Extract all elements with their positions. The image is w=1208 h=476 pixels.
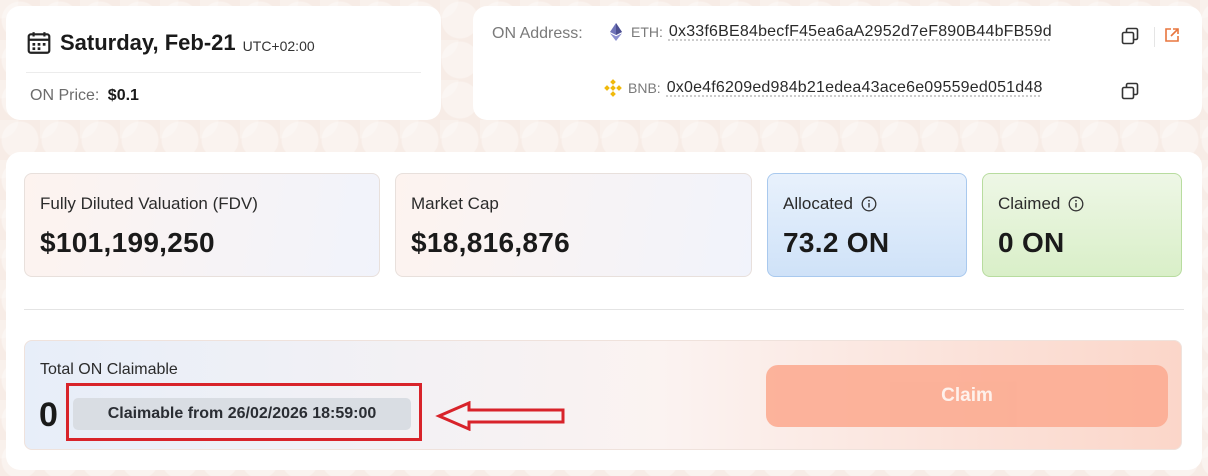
claimed-stat: Claimed 0 ON (982, 173, 1182, 277)
allocated-label-row: Allocated (783, 194, 877, 214)
calendar-icon (27, 32, 51, 54)
highlight-box (66, 383, 422, 441)
eth-chain-label: ETH: (631, 24, 663, 40)
eth-address-row: ETH: 0x33f6BE84becfF45ea6aA2952d7eF890B4… (607, 23, 1052, 41)
address-card: ON Address: ETH: 0x33f6BE84becfF45ea6aA2… (473, 6, 1202, 120)
divider (24, 309, 1184, 310)
ethereum-icon (607, 23, 625, 41)
divider (1154, 27, 1155, 47)
external-link-icon[interactable] (1163, 26, 1181, 44)
claimable-amount: 0 (39, 396, 58, 434)
bnb-address-row: BNB: 0x0e4f6209ed984b21edea43ace6e09559e… (604, 79, 1043, 97)
address-label: ON Address: (492, 25, 583, 42)
claimed-label: Claimed (998, 194, 1061, 213)
allocated-stat: Allocated 73.2 ON (767, 173, 967, 277)
fdv-label: Fully Diluted Valuation (FDV) (40, 194, 258, 213)
market-cap-value: $18,816,876 (411, 227, 571, 258)
price-value: $0.1 (107, 87, 139, 104)
timezone-label: UTC+02:00 (242, 38, 315, 54)
bnb-address-link[interactable]: 0x0e4f6209ed984b21edea43ace6e09559ed051d… (667, 79, 1043, 97)
stats-card: Fully Diluted Valuation (FDV) $101,199,2… (6, 152, 1202, 470)
claim-title: Total ON Claimable (40, 361, 178, 378)
market-cap-stat: Market Cap $18,816,876 (395, 173, 752, 277)
copy-icon[interactable] (1121, 27, 1139, 45)
date-row: Saturday, Feb-21 UTC+02:00 (26, 30, 315, 56)
eth-address-link[interactable]: 0x33f6BE84becfF45ea6aA2952d7eF890B44bFB5… (669, 23, 1052, 41)
bnb-chain-label: BNB: (628, 80, 661, 96)
claim-panel: Total ON Claimable 0 Claimable from 26/0… (24, 340, 1182, 450)
copy-icon[interactable] (1121, 82, 1139, 100)
date-card: Saturday, Feb-21 UTC+02:00 ON Price: $0.… (6, 6, 441, 120)
fdv-stat: Fully Diluted Valuation (FDV) $101,199,2… (24, 173, 380, 277)
fdv-value: $101,199,250 (40, 227, 215, 258)
claimed-label-row: Claimed (998, 194, 1084, 214)
price-label: ON Price: (30, 87, 100, 104)
bnb-icon (604, 79, 622, 97)
market-cap-label: Market Cap (411, 194, 499, 213)
divider (26, 72, 421, 73)
allocated-value: 73.2 ON (783, 227, 890, 258)
info-icon[interactable] (861, 196, 877, 212)
price-row: ON Price: $0.1 (30, 87, 139, 105)
arrow-left-icon (435, 401, 565, 431)
info-icon[interactable] (1068, 196, 1084, 212)
claimed-value: 0 ON (998, 227, 1065, 258)
current-date: Saturday, Feb-21 (60, 30, 236, 55)
claim-button[interactable]: Claim (766, 365, 1168, 427)
allocated-label: Allocated (783, 194, 853, 213)
